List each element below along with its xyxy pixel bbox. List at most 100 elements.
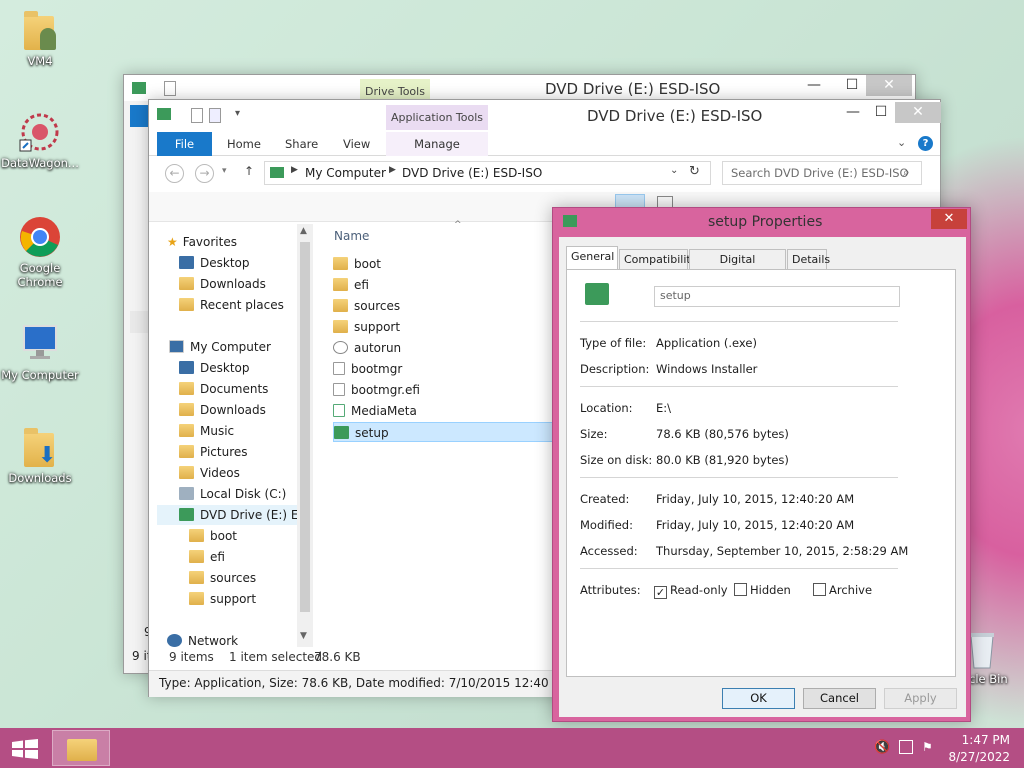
cancel-button[interactable]: Cancel <box>803 688 876 709</box>
breadcrumb-my-computer[interactable]: My Computer <box>305 166 386 180</box>
properties-icon[interactable] <box>164 81 176 96</box>
file-tab-back[interactable] <box>130 105 150 127</box>
nav-videos[interactable]: Videos <box>179 463 240 483</box>
folder-icon <box>189 592 204 605</box>
apply-button[interactable]: Apply <box>884 688 957 709</box>
drive-tools-tab[interactable]: Drive Tools <box>360 79 430 101</box>
ribbon-expand-icon[interactable]: ⌄ <box>897 136 906 149</box>
new-folder-icon[interactable] <box>209 108 221 123</box>
properties-dialog[interactable]: setup Properties ✕ General Compatibility… <box>552 207 971 722</box>
desktop-icon-datawagon[interactable]: DataWagon... <box>0 110 80 170</box>
nav-documents[interactable]: Documents <box>179 379 268 399</box>
drive-icon <box>270 167 284 178</box>
archive-checkbox[interactable]: Archive <box>813 583 872 597</box>
nav-downloads[interactable]: Downloads <box>179 400 266 420</box>
nav-pc-desktop[interactable]: Desktop <box>179 358 250 378</box>
navigation-pane[interactable]: ★ Favorites Desktop Downloads Recent plac… <box>157 224 313 647</box>
scrollbar-thumb[interactable] <box>300 242 310 612</box>
nav-pictures[interactable]: Pictures <box>179 442 248 462</box>
folder-icon <box>333 299 348 312</box>
tab-general[interactable]: General <box>566 246 618 270</box>
file-name-field[interactable]: setup <box>654 286 900 307</box>
videos-folder-icon <box>179 466 194 479</box>
action-center-icon[interactable]: ⚑ <box>922 740 933 754</box>
breadcrumb-dvd-drive[interactable]: DVD Drive (E:) ESD-ISO <box>402 166 542 180</box>
properties-icon[interactable] <box>191 108 203 123</box>
volume-muted-icon[interactable]: 🔇 <box>874 740 890 755</box>
file-row-boot[interactable]: boot <box>333 254 553 274</box>
nav-fav-downloads[interactable]: Downloads <box>179 274 266 294</box>
nav-dvd-sources[interactable]: sources <box>189 568 256 588</box>
ok-button[interactable]: OK <box>722 688 795 709</box>
recent-locations-icon[interactable]: ▾ <box>222 166 227 176</box>
clock-date[interactable]: 8/27/2022 <box>940 750 1010 764</box>
file-row-support[interactable]: support <box>333 317 553 337</box>
tab-details[interactable]: Details <box>787 249 830 270</box>
search-input[interactable]: Search DVD Drive (E:) ESD-ISO ⌕ <box>722 161 922 185</box>
close-button[interactable]: ✕ <box>866 75 912 96</box>
nav-network[interactable]: Network <box>167 631 238 647</box>
refresh-icon[interactable]: ↻ <box>689 164 700 179</box>
tab-file[interactable]: File <box>157 132 212 156</box>
recent-places-icon <box>179 298 194 311</box>
folder-icon <box>333 320 348 333</box>
close-button[interactable]: ✕ <box>895 102 941 123</box>
nav-dvd-support[interactable]: support <box>189 589 256 609</box>
downloads-folder-icon <box>179 277 194 290</box>
file-row-mediameta[interactable]: MediaMeta <box>333 401 553 421</box>
up-button[interactable]: ↑ <box>244 164 254 178</box>
tab-digital-signatures[interactable]: Digital Signatures <box>689 249 786 285</box>
desktop-icon-chrome[interactable]: Google Chrome <box>0 215 80 289</box>
maximize-button[interactable]: ☐ <box>838 75 866 97</box>
downloads-folder-icon <box>179 403 194 416</box>
nav-favorites[interactable]: ★ Favorites <box>167 232 237 252</box>
address-dropdown-icon[interactable]: ⌄ <box>670 165 678 176</box>
nav-local-disk[interactable]: Local Disk (C:) <box>179 484 286 504</box>
status-item-count: 9 items <box>169 650 214 664</box>
nav-fav-desktop[interactable]: Desktop <box>179 253 250 273</box>
hidden-checkbox[interactable]: Hidden <box>734 583 791 597</box>
start-button[interactable] <box>12 739 38 759</box>
network-tray-icon[interactable] <box>899 740 913 754</box>
nav-scrollbar[interactable]: ▲ ▼ <box>297 224 313 647</box>
quick-access-dropdown-icon[interactable]: ▾ <box>235 108 240 119</box>
nav-my-computer[interactable]: My Computer <box>169 337 271 357</box>
folder-icon <box>333 257 348 270</box>
search-icon[interactable]: ⌕ <box>903 165 910 180</box>
file-row-bootmgr-efi[interactable]: bootmgr.efi <box>333 380 553 400</box>
nav-dvd-boot[interactable]: boot <box>189 526 237 546</box>
nav-dvd-drive[interactable]: DVD Drive (E:) ES <box>157 505 313 525</box>
forward-button[interactable]: → <box>195 164 214 183</box>
desktop-icon-vm4[interactable]: VM4 <box>0 8 80 68</box>
help-icon[interactable]: ? <box>918 136 933 151</box>
maximize-button[interactable]: ☐ <box>867 102 895 124</box>
tab-compatibility[interactable]: Compatibility <box>619 249 697 270</box>
nav-music[interactable]: Music <box>179 421 234 441</box>
desktop-icon <box>179 256 194 269</box>
tab-home[interactable]: Home <box>227 132 261 156</box>
tab-view[interactable]: View <box>343 132 370 156</box>
desktop-icon-my-computer[interactable]: My Computer <box>0 322 80 382</box>
file-row-sources[interactable]: sources <box>333 296 553 316</box>
nav-dvd-efi[interactable]: efi <box>189 547 225 567</box>
clock-time[interactable]: 1:47 PM <box>950 733 1010 747</box>
taskbar-explorer-button[interactable] <box>52 730 110 766</box>
address-bar[interactable]: ▶ My Computer ▶ DVD Drive (E:) ESD-ISO ⌄… <box>264 161 711 185</box>
file-row-autorun[interactable]: autorun <box>333 338 553 358</box>
tab-manage[interactable]: Manage <box>386 132 488 156</box>
file-row-efi[interactable]: efi <box>333 275 553 295</box>
dvd-drive-icon <box>179 508 194 521</box>
nav-recent-places[interactable]: Recent places <box>179 295 284 315</box>
application-tools-tab[interactable]: Application Tools <box>386 105 488 130</box>
desktop-icon-downloads[interactable]: ⬇ Downloads <box>0 425 80 485</box>
readonly-checkbox[interactable]: ✓ Read-only <box>654 583 728 599</box>
back-button[interactable]: ← <box>165 164 184 183</box>
minimize-button[interactable]: — <box>800 75 828 97</box>
file-row-bootmgr[interactable]: bootmgr <box>333 359 553 379</box>
dialog-close-button[interactable]: ✕ <box>931 209 967 229</box>
file-list[interactable]: Name ^ boot efi sources support autorun … <box>329 220 559 647</box>
tab-share[interactable]: Share <box>285 132 318 156</box>
minimize-button[interactable]: — <box>839 102 867 124</box>
file-row-setup[interactable]: setup <box>333 422 553 442</box>
column-header-name[interactable]: Name <box>334 229 369 243</box>
